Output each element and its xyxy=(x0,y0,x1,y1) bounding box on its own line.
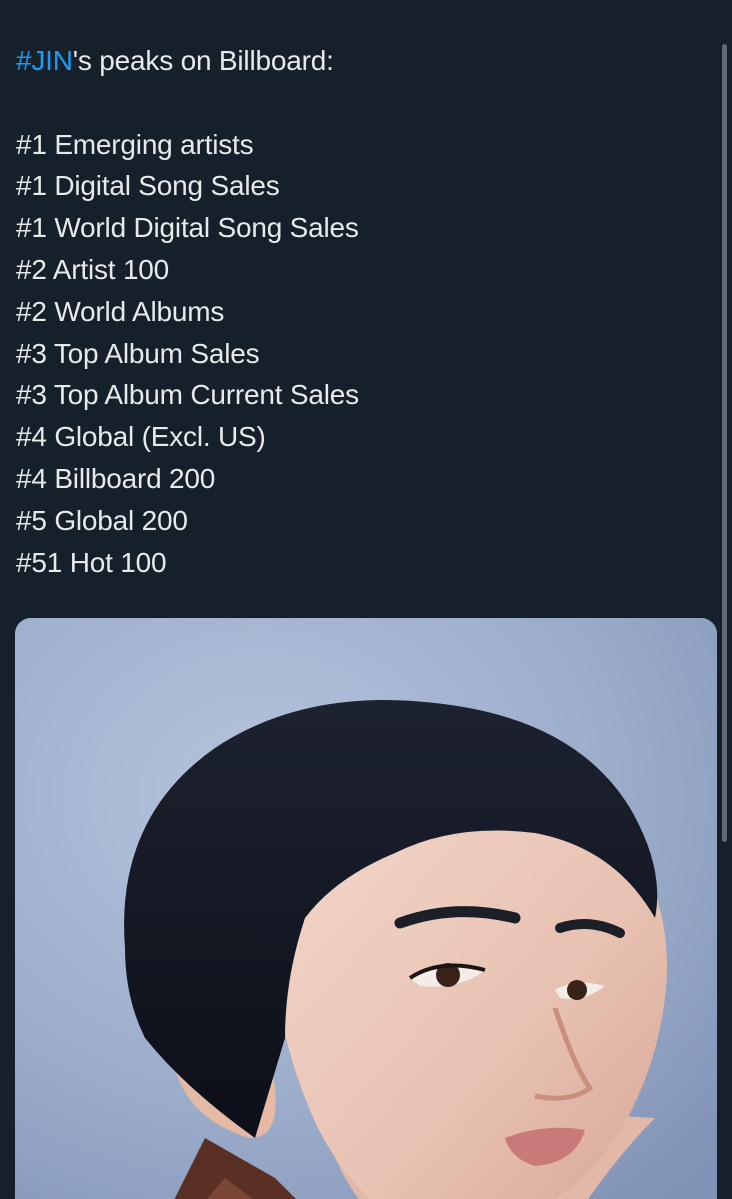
tweet-text: #JIN's peaks on Billboard: #1 Emerging a… xyxy=(16,40,706,583)
peak-item: #1 Digital Song Sales xyxy=(16,170,280,202)
tweet-view: #JIN's peaks on Billboard: #1 Emerging a… xyxy=(0,0,732,1199)
headline-text: 's peaks on Billboard: xyxy=(72,45,334,76)
peak-item: #1 Emerging artists xyxy=(16,128,254,160)
peak-item: #2 Artist 100 xyxy=(16,253,170,285)
line-break xyxy=(16,82,706,124)
peaks-list: #1 Emerging artists #1 Digital Song Sale… xyxy=(16,124,706,584)
peak-item: #51 Hot 100 xyxy=(16,546,167,578)
scrollbar[interactable] xyxy=(722,44,727,842)
peak-item: #3 Top Album Current Sales xyxy=(16,379,359,411)
peak-item: #4 Global (Excl. US) xyxy=(16,421,266,453)
hashtag-link[interactable]: #JIN xyxy=(16,45,73,76)
tweet-headline: #JIN's peaks on Billboard: xyxy=(16,40,706,82)
tweet-media-photo[interactable] xyxy=(15,618,717,1199)
portrait-photo-icon xyxy=(15,618,717,1199)
peak-item: #2 World Albums xyxy=(16,295,225,327)
peak-item: #5 Global 200 xyxy=(16,504,188,536)
peak-item: #4 Billboard 200 xyxy=(16,462,216,494)
peak-item: #1 World Digital Song Sales xyxy=(16,212,359,244)
peak-item: #3 Top Album Sales xyxy=(16,337,260,369)
